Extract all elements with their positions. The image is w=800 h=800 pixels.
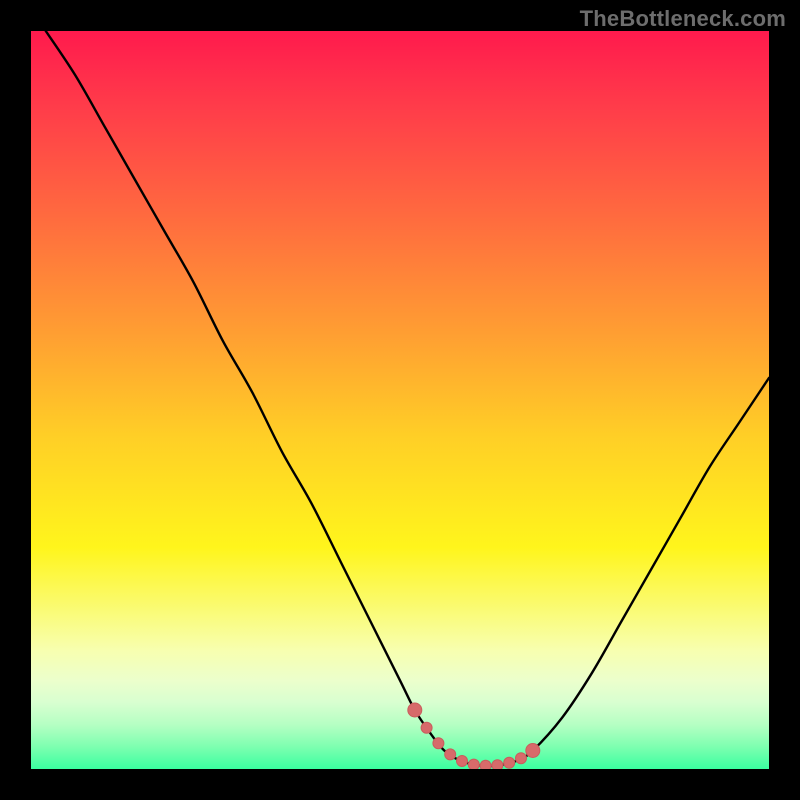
highlight-dot xyxy=(421,722,432,733)
plot-area xyxy=(31,31,769,769)
bottleneck-curve xyxy=(46,31,769,766)
watermark-text: TheBottleneck.com xyxy=(580,6,786,32)
highlight-dot xyxy=(516,753,527,764)
highlight-dot xyxy=(433,738,444,749)
highlight-markers xyxy=(408,703,540,769)
highlight-dot xyxy=(504,757,515,768)
highlight-dot xyxy=(457,756,468,767)
highlight-dot xyxy=(468,759,479,769)
curve-svg xyxy=(31,31,769,769)
highlight-dot xyxy=(408,703,422,717)
highlight-dot xyxy=(526,744,540,758)
highlight-dot xyxy=(480,760,491,769)
highlight-dot xyxy=(492,760,503,769)
chart-frame: TheBottleneck.com xyxy=(0,0,800,800)
highlight-dot xyxy=(445,749,456,760)
